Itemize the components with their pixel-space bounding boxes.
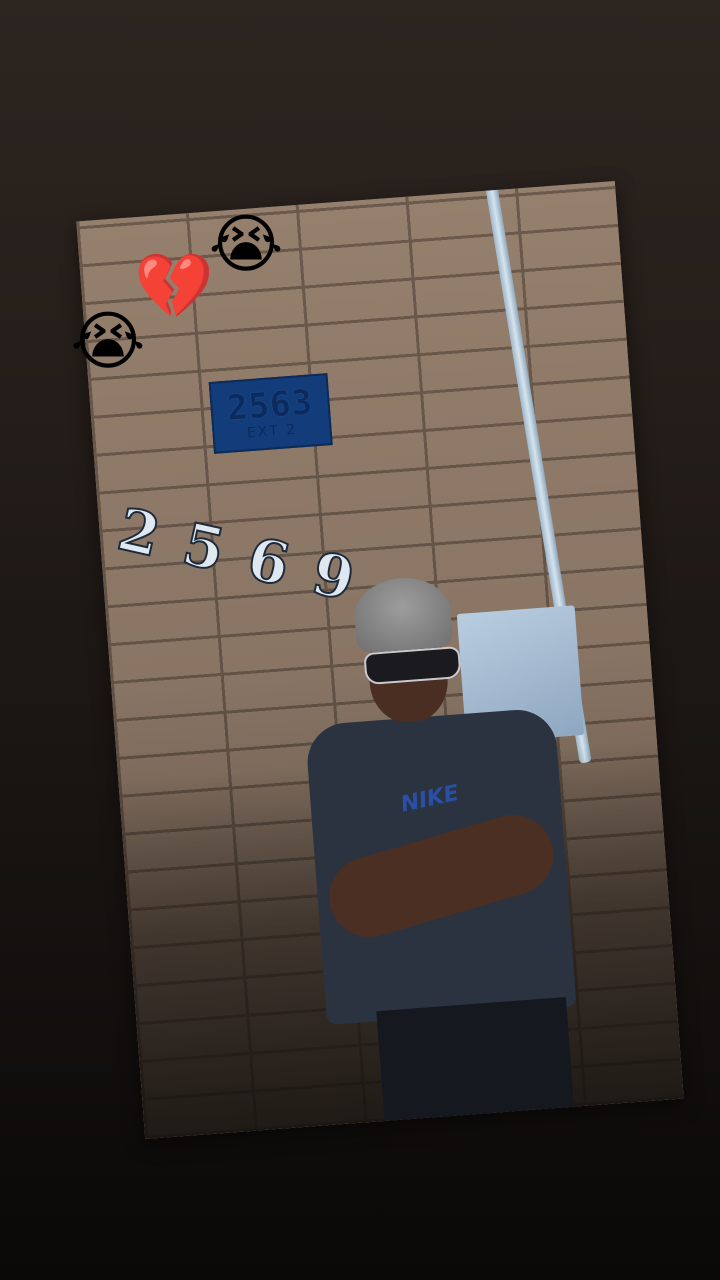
house-number-plate-number: 2563 — [225, 382, 315, 429]
house-number-plate-ext: EXT 2 — [246, 421, 298, 442]
person: NIKE — [274, 567, 595, 1139]
house-number-plate: 2563 EXT 2 — [208, 373, 333, 454]
beanie — [352, 574, 454, 654]
crying-face-sticker-left[interactable]: 😭 — [70, 307, 146, 383]
crying-face-sticker[interactable]: 😭 — [208, 210, 284, 286]
